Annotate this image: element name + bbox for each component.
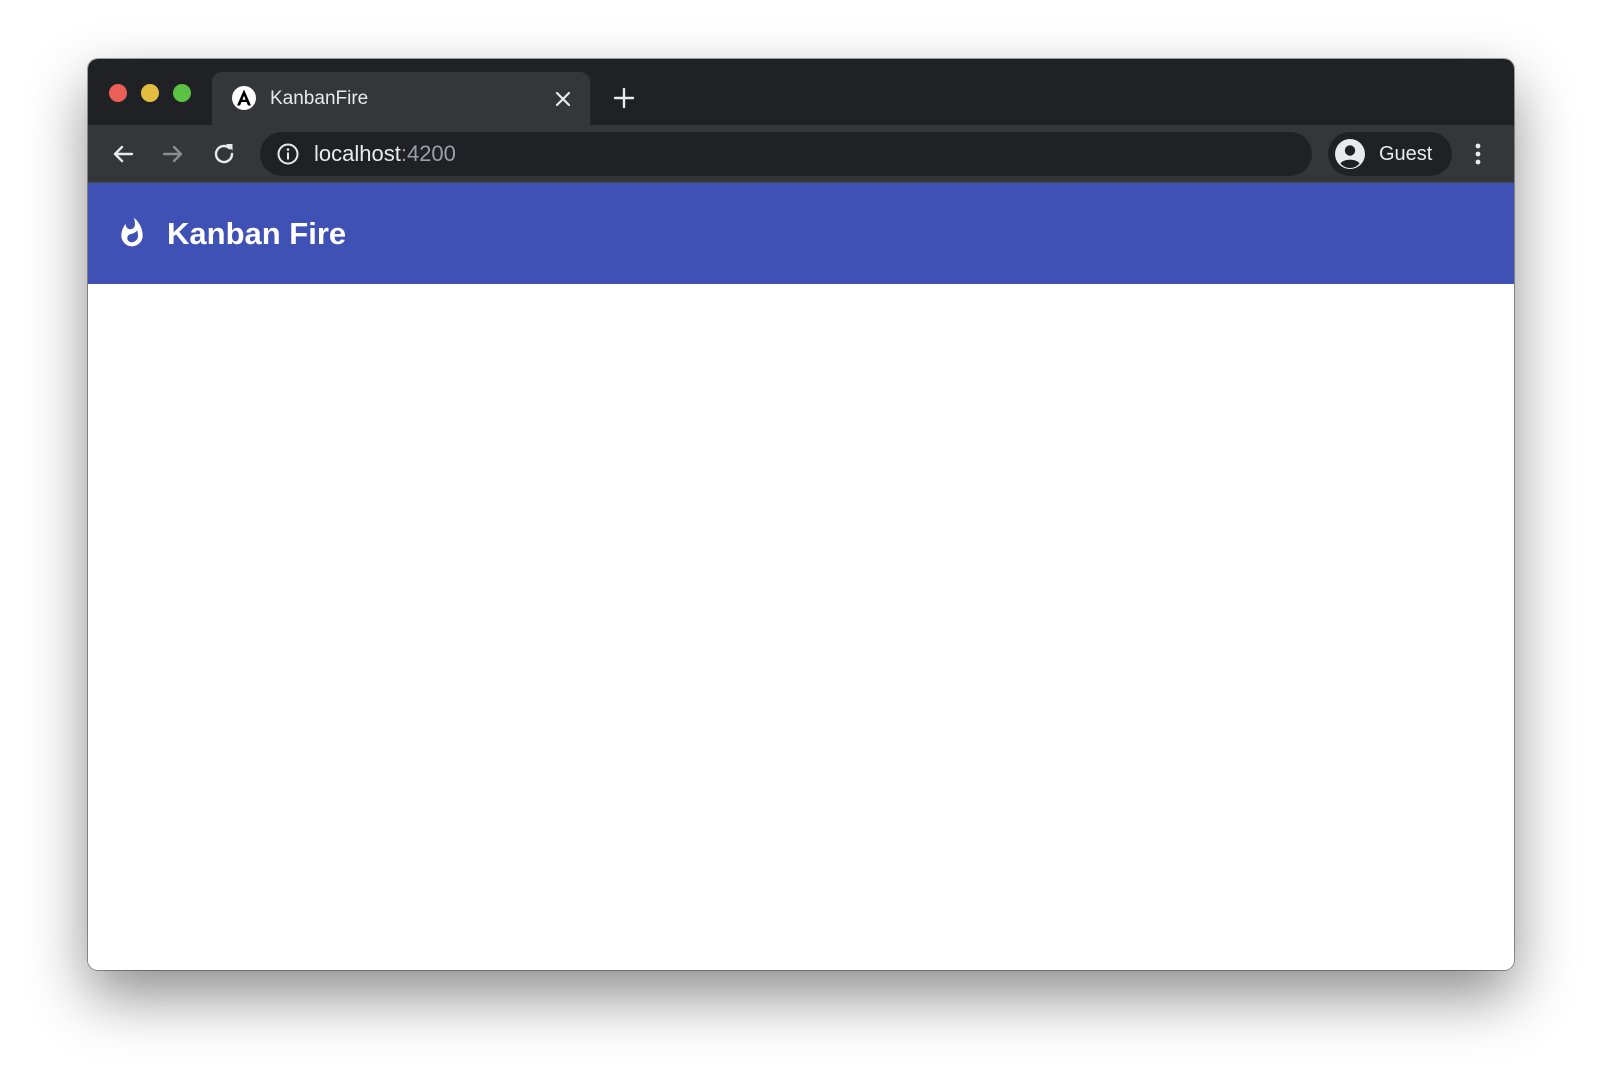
main-content — [88, 284, 1514, 970]
minimize-window-button[interactable] — [141, 84, 159, 102]
title-bar: KanbanFire — [88, 59, 1514, 125]
url-port: :4200 — [400, 141, 456, 166]
new-tab-icon[interactable] — [612, 86, 636, 110]
more-vert-icon[interactable] — [1466, 139, 1490, 169]
reload-icon[interactable] — [209, 139, 239, 169]
maximize-window-button[interactable] — [173, 84, 191, 102]
forward-arrow-icon[interactable] — [158, 139, 188, 169]
whatshot-flame-icon — [121, 217, 143, 247]
browser-toolbar: localhost:4200 Guest — [88, 125, 1514, 183]
app-title: Kanban Fire — [167, 216, 347, 251]
profile-button[interactable]: Guest — [1328, 132, 1452, 176]
profile-name: Guest — [1379, 143, 1433, 165]
user-avatar-icon — [1335, 139, 1365, 169]
address-bar[interactable]: localhost:4200 — [260, 132, 1312, 176]
back-arrow-icon[interactable] — [108, 139, 138, 169]
close-window-button[interactable] — [109, 84, 127, 102]
close-tab-icon[interactable] — [552, 88, 574, 110]
angular-icon — [232, 86, 256, 110]
url-host: localhost — [314, 141, 401, 166]
url-text[interactable]: localhost:4200 — [314, 142, 456, 166]
site-info-icon[interactable] — [276, 142, 300, 166]
browser-window: KanbanFire localhost:4200 Guest Kanban F… — [88, 59, 1514, 970]
tab-title: KanbanFire — [270, 88, 369, 109]
browser-tab[interactable]: KanbanFire — [212, 72, 590, 125]
app-toolbar: Kanban Fire — [88, 183, 1514, 284]
